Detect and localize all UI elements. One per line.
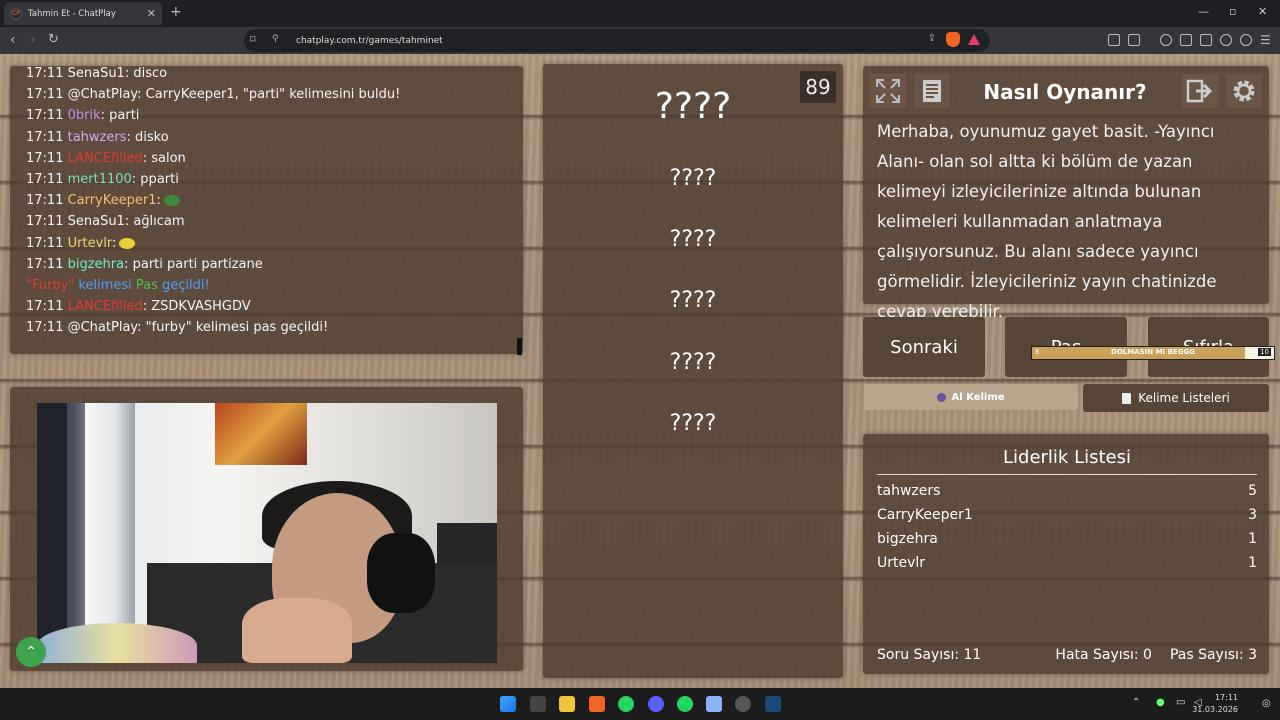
emote-icon <box>119 237 136 249</box>
chat-message: 17:11 bigzehra: parti parti partizane <box>26 256 263 272</box>
leaderboard-row: bigzehra 1 <box>877 531 1257 547</box>
menu-icon[interactable]: ☰ <box>1260 33 1271 47</box>
target-word: ???? <box>654 86 732 127</box>
address-bar[interactable]: ⌑ ⚲ chatplay.com.tr/games/tahminet ⇪ <box>244 29 990 52</box>
fullscreen-button[interactable] <box>870 74 906 108</box>
url-text: chatplay.com.tr/games/tahminet <box>296 35 443 46</box>
word-lists-button[interactable]: Kelime Listeleri <box>1083 384 1269 412</box>
chat-message: 17:11 CarryKeeper1: <box>26 190 400 211</box>
forbidden-word: ???? <box>669 166 717 191</box>
chat-message: 17:11 @ChatPlay: CarryKeeper1, "parti" k… <box>26 87 401 103</box>
progress-high: 10 <box>1258 348 1271 356</box>
get-word-button[interactable]: Al Kelime <box>864 384 1078 410</box>
forbidden-word: ???? <box>669 288 717 313</box>
browser-toolbar: ‹ › ↻ ⌑ ⚲ chatplay.com.tr/games/tahminet… <box>0 27 1280 54</box>
discord-icon[interactable] <box>648 696 664 712</box>
window-close-icon[interactable]: ✕ <box>1258 5 1267 18</box>
settings-button[interactable] <box>1226 74 1262 108</box>
favicon-icon: CP <box>10 7 22 20</box>
clock-date: 31.03.2026 <box>1192 705 1238 714</box>
leaderboard-row: tahwzers 5 <box>877 483 1257 499</box>
share-icon[interactable]: ⇪ <box>928 33 936 44</box>
robot-icon <box>937 392 947 402</box>
clock-time: 17:11 <box>1214 693 1238 702</box>
minimize-icon[interactable]: — <box>1198 5 1209 18</box>
brave-rewards-icon[interactable] <box>968 34 980 45</box>
how-to-play-title: Nasıl Oynanır? <box>983 80 1147 104</box>
chat-message: 17:11 LANCEfilled: ZSDKVASHGDV <box>26 299 251 315</box>
notification-icon[interactable]: ◎ <box>1262 698 1271 709</box>
how-to-play-text: Merhaba, oyunumuz gayet basit. -Yayıncı … <box>877 122 1217 321</box>
error-count: Hata Sayısı: 0 <box>1055 647 1152 663</box>
chat-messages: 17:11 SenaSu1: disco 17:11 @ChatPlay: Ca… <box>26 66 400 338</box>
chat-message: 17:11 SenaSu1: ağlıcam <box>26 214 185 230</box>
maximize-icon[interactable]: ▫ <box>1229 5 1236 18</box>
brave-shields-icon[interactable] <box>946 32 960 47</box>
exit-button[interactable] <box>1182 74 1218 108</box>
sidebar-icon[interactable] <box>1180 34 1192 46</box>
app-icon[interactable] <box>706 696 722 712</box>
chat-system-message: "Furby" kelimesi Pas geçildi! <box>26 277 210 293</box>
screenshot-icon[interactable] <box>1128 34 1140 46</box>
webcam-video <box>37 403 497 663</box>
vpn-icon[interactable] <box>1240 34 1252 46</box>
emote-icon <box>163 195 180 207</box>
chat-scrollbar[interactable] <box>517 338 522 355</box>
notepad-icon <box>1122 392 1132 404</box>
gear-icon <box>1233 80 1255 102</box>
clock[interactable]: 17:11 31.03.2026 <box>1192 692 1238 716</box>
forbidden-word: ???? <box>669 411 717 436</box>
brave-browser-icon[interactable] <box>589 696 605 712</box>
microphone-icon[interactable]: ● <box>1156 697 1165 708</box>
media-icon[interactable] <box>1160 34 1172 46</box>
rules-button[interactable] <box>914 74 950 108</box>
forbidden-word: ???? <box>669 227 717 252</box>
progress-label: DOLMASIN MI BEGGG <box>1111 348 1195 356</box>
chat-message: 17:11 0brik: parti <box>26 108 140 124</box>
leo-icon[interactable] <box>1220 34 1232 46</box>
wallet-icon[interactable] <box>1200 34 1212 46</box>
file-explorer-icon[interactable] <box>559 696 575 712</box>
forbidden-word: ???? <box>669 350 717 375</box>
tray-chevron-icon[interactable]: ⌃ <box>1132 697 1140 708</box>
site-info-icon[interactable]: ⚲ <box>272 34 279 44</box>
exit-icon <box>1186 79 1213 103</box>
start-icon[interactable] <box>500 696 516 712</box>
game-stats: Soru Sayısı: 11 Hata Sayısı: 0 Pas Sayıs… <box>877 647 1257 663</box>
chat-message: 17:11 Urtevlr: <box>26 233 400 254</box>
tab-close-icon[interactable]: ✕ <box>147 7 156 20</box>
obs-icon[interactable] <box>735 696 751 712</box>
reload-icon[interactable]: ↻ <box>48 32 59 47</box>
forward-icon[interactable]: › <box>30 32 36 48</box>
windows-taskbar: ⌃ ● ▭ ◁ 17:11 31.03.2026 ◎ <box>0 688 1280 720</box>
browser-tab[interactable]: CP Tahmin Et - ChatPlay ✕ <box>4 2 162 25</box>
chat-panel: 17:11 SenaSu1: disco 17:11 @ChatPlay: Ca… <box>10 66 523 354</box>
chat-message: 17:11 @ChatPlay: "furby" kelimesi pas ge… <box>26 320 329 336</box>
bookmark-icon[interactable]: ⌑ <box>250 33 256 46</box>
task-view-icon[interactable] <box>530 696 546 712</box>
new-tab-icon[interactable]: + <box>170 4 182 20</box>
chat-message: 17:11 LANCEfilled: salon <box>26 150 186 166</box>
back-icon[interactable]: ‹ <box>10 32 16 48</box>
leaderboard-row: CarryKeeper1 3 <box>877 507 1257 523</box>
tab-title: Tahmin Et - ChatPlay <box>28 8 116 19</box>
leaderboard-row: Urtevlr 1 <box>877 555 1257 571</box>
chat-message: 17:11 mert1100: pparti <box>26 171 179 187</box>
fullscreen-icon <box>876 79 900 103</box>
browser-tabbar: CP Tahmin Et - ChatPlay ✕ + — ▫ ✕ <box>0 0 1280 27</box>
steam-icon[interactable] <box>765 696 781 712</box>
question-count: Soru Sayısı: 11 <box>877 647 982 663</box>
progress-bar: 8 DOLMASIN MI BEGGG 10 <box>1031 346 1275 360</box>
next-button[interactable]: Sonraki <box>863 317 985 377</box>
whatsapp-icon[interactable] <box>618 696 634 712</box>
document-icon <box>923 80 941 102</box>
network-icon[interactable]: ▭ <box>1176 697 1185 708</box>
brave-talk-button[interactable]: ⌃ <box>16 637 46 667</box>
chat-message: 17:11 SenaSu1: disco <box>26 66 168 81</box>
spotify-icon[interactable] <box>677 696 693 712</box>
leaderboard-title: Liderlik Listesi <box>877 447 1257 475</box>
extensions-icon[interactable] <box>1108 34 1120 46</box>
chat-message: 17:11 tahwzers: disko <box>26 129 169 145</box>
pass-count: Pas Sayısı: 3 <box>1169 647 1257 663</box>
